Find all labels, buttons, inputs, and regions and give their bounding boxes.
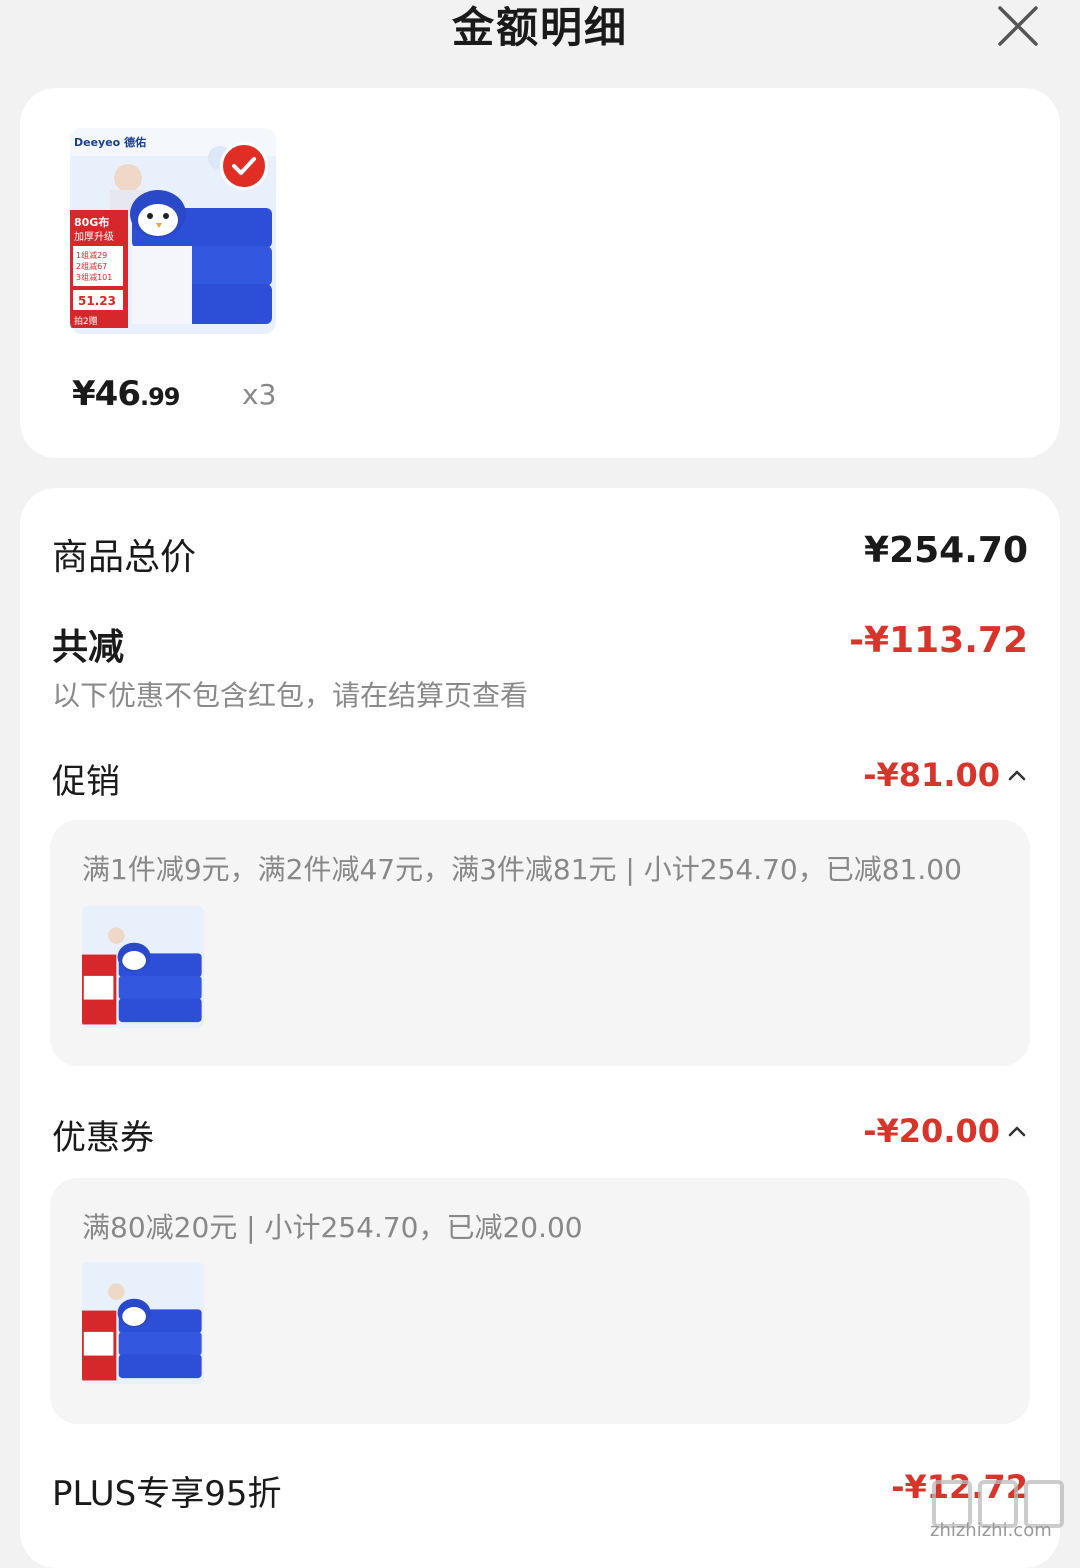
svg-text:1组减29: 1组减29 xyxy=(76,250,107,260)
svg-text:3组减101: 3组减101 xyxy=(76,272,112,282)
svg-text:Deeyeo 德佑: Deeyeo 德佑 xyxy=(74,135,146,149)
discount-value: -¥113.72 xyxy=(849,620,1028,661)
svg-text:拍2赠: 拍2赠 xyxy=(74,315,98,327)
discount-label: 共减 xyxy=(52,627,125,668)
unit-price-cents: .99 xyxy=(139,383,181,411)
promotion-detail: 满1件减9元，满2件减47元，满3件减81元 | 小计254.70，已减81.0… xyxy=(50,820,1030,1066)
plus-value: -¥12.72 xyxy=(891,1468,1028,1506)
promotion-product-thumbnail[interactable] xyxy=(82,906,204,1028)
chevron-up-icon[interactable] xyxy=(1006,1120,1028,1142)
close-icon[interactable] xyxy=(996,4,1040,48)
plus-label: PLUS专享95折 xyxy=(52,1474,282,1514)
coupon-label: 优惠券 xyxy=(52,1118,154,1158)
svg-text:2组减67: 2组减67 xyxy=(76,261,107,271)
chevron-up-icon[interactable] xyxy=(1006,764,1028,786)
promotion-value: -¥81.00 xyxy=(863,756,1000,794)
promotion-detail-text: 满1件减9元，满2件减47元，满3件减81元 | 小计254.70，已减81.0… xyxy=(82,853,962,886)
promotion-toggle[interactable]: -¥81.00 xyxy=(863,756,1028,794)
coupon-toggle[interactable]: -¥20.00 xyxy=(863,1112,1028,1150)
page-title: 金额明细 xyxy=(451,3,628,52)
quantity: x3 xyxy=(242,378,277,411)
total-value: ¥254.70 xyxy=(864,530,1028,571)
coupon-detail: 满80减20元 | 小计254.70，已减20.00 xyxy=(50,1178,1030,1424)
promotion-label: 促销 xyxy=(52,762,120,802)
watermark-text: zhizhizhi.com xyxy=(930,1520,1052,1541)
discount-note: 以下优惠不包含红包，请在结算页查看 xyxy=(52,679,529,712)
breakdown-card: 商品总价 ¥254.70 共减 -¥113.72 以下优惠不包含红包，请在结算页… xyxy=(20,488,1060,1568)
coupon-product-thumbnail[interactable] xyxy=(82,1262,204,1384)
unit-price: ¥46.99 xyxy=(72,374,180,414)
coupon-detail-text: 满80减20元 | 小计254.70，已减20.00 xyxy=(82,1211,583,1244)
product-card: Deeyeo 德佑 80G布 加厚升级 1组减29 2组减67 3组减101 5… xyxy=(20,88,1060,458)
svg-text:加厚升级: 加厚升级 xyxy=(74,231,114,243)
selected-check-icon xyxy=(220,142,268,190)
svg-text:51.23: 51.23 xyxy=(78,294,116,308)
coupon-value: -¥20.00 xyxy=(863,1112,1000,1150)
svg-text:80G布: 80G布 xyxy=(74,215,109,229)
unit-price-main: ¥46 xyxy=(72,374,141,414)
total-label: 商品总价 xyxy=(52,537,197,578)
